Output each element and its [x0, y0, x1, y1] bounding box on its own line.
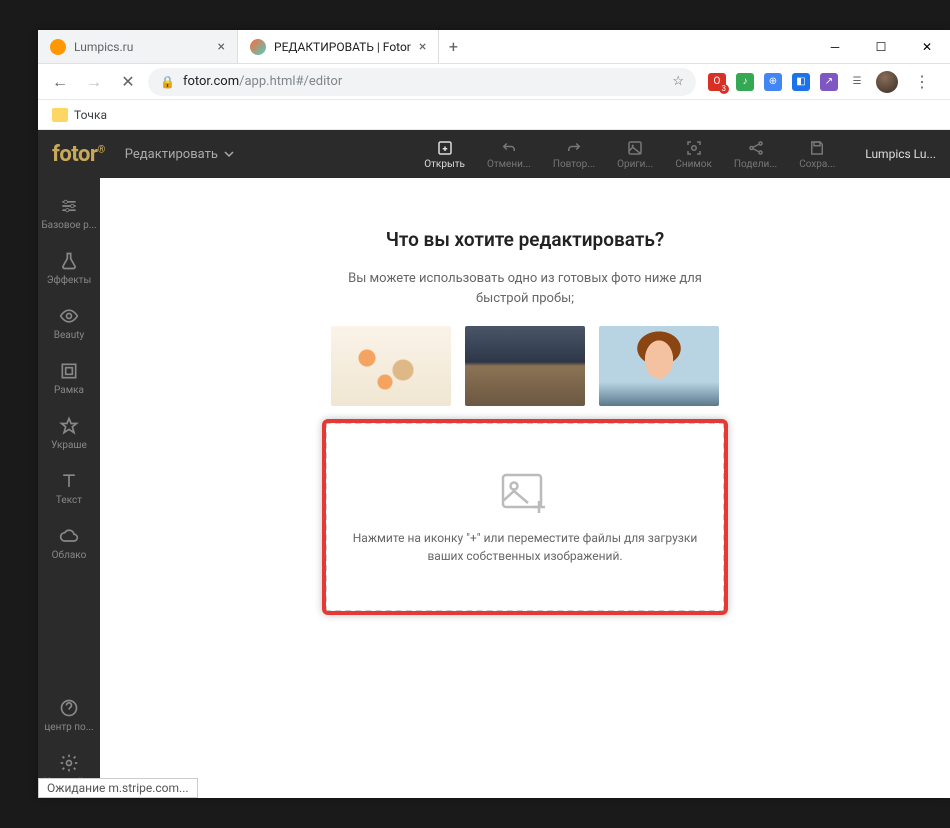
chevron-down-icon: [224, 149, 234, 159]
mode-dropdown[interactable]: Редактировать: [125, 147, 234, 162]
browser-window: Lumpics.ru × РЕДАКТИРОВАТЬ | Fotor × + ─…: [38, 30, 950, 798]
titlebar: Lumpics.ru × РЕДАКТИРОВАТЬ | Fotor × + ─…: [38, 30, 950, 64]
close-icon[interactable]: ×: [419, 39, 426, 55]
sidebar-item-stickers[interactable]: Украше: [38, 406, 100, 461]
fotor-logo[interactable]: fotor®: [52, 141, 105, 167]
original-button[interactable]: Ориги...: [617, 139, 653, 170]
save-button[interactable]: Сохра...: [799, 139, 835, 170]
canvas-area: Что вы хотите редактировать? Вы можете и…: [100, 178, 950, 798]
folder-icon: [52, 108, 68, 122]
menu-button[interactable]: ⋮: [908, 72, 936, 91]
extension-icon[interactable]: ◧: [792, 73, 810, 91]
maximize-button[interactable]: ☐: [858, 31, 904, 63]
stop-button[interactable]: ✕: [114, 68, 142, 96]
tab-lumpics[interactable]: Lumpics.ru ×: [38, 30, 238, 63]
user-menu[interactable]: Lumpics Lu...: [865, 147, 936, 161]
extension-icon[interactable]: ⊕: [764, 73, 782, 91]
close-button[interactable]: ✕: [904, 31, 950, 63]
star-icon[interactable]: ☆: [672, 74, 684, 89]
open-icon: [436, 139, 454, 157]
tab-title: Lumpics.ru: [74, 40, 133, 54]
scan-icon: [685, 139, 703, 157]
tab-title: РЕДАКТИРОВАТЬ | Fotor: [274, 40, 411, 54]
tab-fotor[interactable]: РЕДАКТИРОВАТЬ | Fotor ×: [238, 30, 439, 63]
add-image-icon: [497, 469, 553, 517]
redo-icon: [565, 139, 583, 157]
redo-button[interactable]: Повтор...: [553, 139, 595, 170]
gear-icon: [59, 753, 79, 773]
favicon-icon: [50, 39, 66, 55]
star-icon: [59, 416, 79, 436]
sample-thumbs: [331, 326, 719, 406]
text-icon: [59, 471, 79, 491]
sample-image-donuts[interactable]: [331, 326, 451, 406]
extension-icon[interactable]: ♪: [736, 73, 754, 91]
share-icon: [747, 139, 765, 157]
mode-label: Редактировать: [125, 147, 218, 162]
sample-image-landscape[interactable]: [465, 326, 585, 406]
sidebar-item-text[interactable]: Текст: [38, 461, 100, 516]
open-button[interactable]: Открыть: [424, 139, 465, 170]
undo-button[interactable]: Отмени...: [487, 139, 531, 170]
heading: Что вы хотите редактировать?: [386, 228, 665, 251]
subtitle: Вы можете использовать одно из готовых ф…: [348, 269, 702, 308]
top-actions: Открыть Отмени... Повтор... Ориги... Сни…: [424, 139, 835, 170]
eye-icon: [59, 306, 79, 326]
lock-icon: 🔒: [160, 75, 175, 89]
app-toolbar: fotor® Редактировать Открыть Отмени... П…: [38, 130, 950, 178]
minimize-button[interactable]: ─: [812, 31, 858, 63]
app-area: fotor® Редактировать Открыть Отмени... П…: [38, 130, 950, 798]
save-icon: [808, 139, 826, 157]
profile-avatar[interactable]: [876, 71, 898, 93]
snapshot-button[interactable]: Снимок: [675, 139, 712, 170]
sidebar-item-effects[interactable]: Эффекты: [38, 241, 100, 296]
canvas: Что вы хотите редактировать? Вы можете и…: [100, 178, 950, 798]
url-path: /app.html#/editor: [239, 74, 342, 89]
status-bar: Ожидание m.stripe.com...: [38, 778, 198, 798]
cloud-icon: [59, 526, 79, 546]
omnibox[interactable]: 🔒 fotor.com/app.html#/editor ☆: [148, 68, 696, 96]
reading-list-icon[interactable]: ☰: [848, 73, 866, 91]
sidebar: Базовое р... Эффекты Beauty Рамка Украше: [38, 178, 100, 798]
ext-badge: 3: [719, 84, 730, 94]
favicon-icon: [250, 39, 266, 55]
new-tab-button[interactable]: +: [439, 30, 467, 63]
sidebar-item-frame[interactable]: Рамка: [38, 351, 100, 406]
sidebar-item-basic[interactable]: Базовое р...: [38, 186, 100, 241]
window-controls: ─ ☐ ✕: [812, 31, 950, 63]
bookmark-item[interactable]: Точка: [74, 108, 107, 122]
frame-icon: [59, 361, 79, 381]
close-icon[interactable]: ×: [218, 39, 225, 55]
bookmarks-bar: Точка: [38, 100, 950, 130]
url-host: fotor.com: [183, 74, 239, 89]
drop-text: Нажмите на иконку "+" или переместите фа…: [331, 529, 720, 565]
address-bar: ← → ✕ 🔒 fotor.com/app.html#/editor ☆ O3 …: [38, 64, 950, 100]
highlight-border: [322, 419, 728, 615]
share-button[interactable]: Подели...: [734, 139, 777, 170]
sample-image-portrait[interactable]: [599, 326, 719, 406]
image-icon: [626, 139, 644, 157]
sidebar-item-help[interactable]: центр по...: [38, 688, 100, 743]
tab-strip: Lumpics.ru × РЕДАКТИРОВАТЬ | Fotor × +: [38, 30, 467, 63]
help-icon: [59, 698, 79, 718]
drop-zone[interactable]: Нажмите на иконку "+" или переместите фа…: [325, 422, 725, 612]
sidebar-item-cloud[interactable]: Облако: [38, 516, 100, 571]
undo-icon: [500, 139, 518, 157]
extension-icon[interactable]: O3: [708, 73, 726, 91]
flask-icon: [59, 251, 79, 271]
forward-button[interactable]: →: [80, 68, 108, 96]
app-body: Базовое р... Эффекты Beauty Рамка Украше: [38, 178, 950, 798]
back-button[interactable]: ←: [46, 68, 74, 96]
sliders-icon: [59, 196, 79, 216]
extension-icon[interactable]: ↗: [820, 73, 838, 91]
extensions: O3 ♪ ⊕ ◧ ↗ ☰ ⋮: [702, 71, 942, 93]
sidebar-item-beauty[interactable]: Beauty: [38, 296, 100, 351]
